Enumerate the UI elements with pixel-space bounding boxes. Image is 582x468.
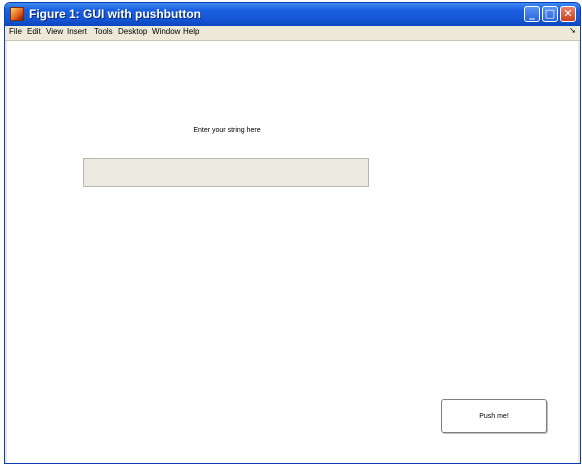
maximize-button[interactable]: □	[542, 6, 558, 22]
menu-insert[interactable]: Insert	[67, 27, 87, 36]
window-title: Figure 1: GUI with pushbutton	[29, 7, 201, 21]
push-me-button[interactable]: Push me!	[441, 399, 547, 433]
menu-tools[interactable]: Tools	[94, 27, 113, 36]
prompt-label: Enter your string here	[193, 127, 261, 134]
minimize-button[interactable]: _	[524, 6, 540, 22]
figure-canvas: Enter your string here Push me!	[7, 41, 578, 463]
menu-help[interactable]: Help	[183, 27, 199, 36]
menu-desktop[interactable]: Desktop	[118, 27, 147, 36]
menu-window[interactable]: Window	[152, 27, 180, 36]
string-input[interactable]	[83, 158, 369, 187]
matlab-icon	[10, 7, 24, 21]
menu-file[interactable]: File	[9, 27, 22, 36]
menu-view[interactable]: View	[46, 27, 63, 36]
menu-bar: File Edit View Insert Tools Desktop Wind…	[5, 26, 580, 41]
figure-window: Figure 1: GUI with pushbutton _ □ ✕ File…	[4, 2, 581, 464]
menu-overflow-arrow-icon[interactable]: ➘	[569, 26, 576, 35]
title-bar[interactable]: Figure 1: GUI with pushbutton _ □ ✕	[5, 3, 580, 26]
menu-edit[interactable]: Edit	[27, 27, 41, 36]
close-button[interactable]: ✕	[560, 6, 576, 22]
